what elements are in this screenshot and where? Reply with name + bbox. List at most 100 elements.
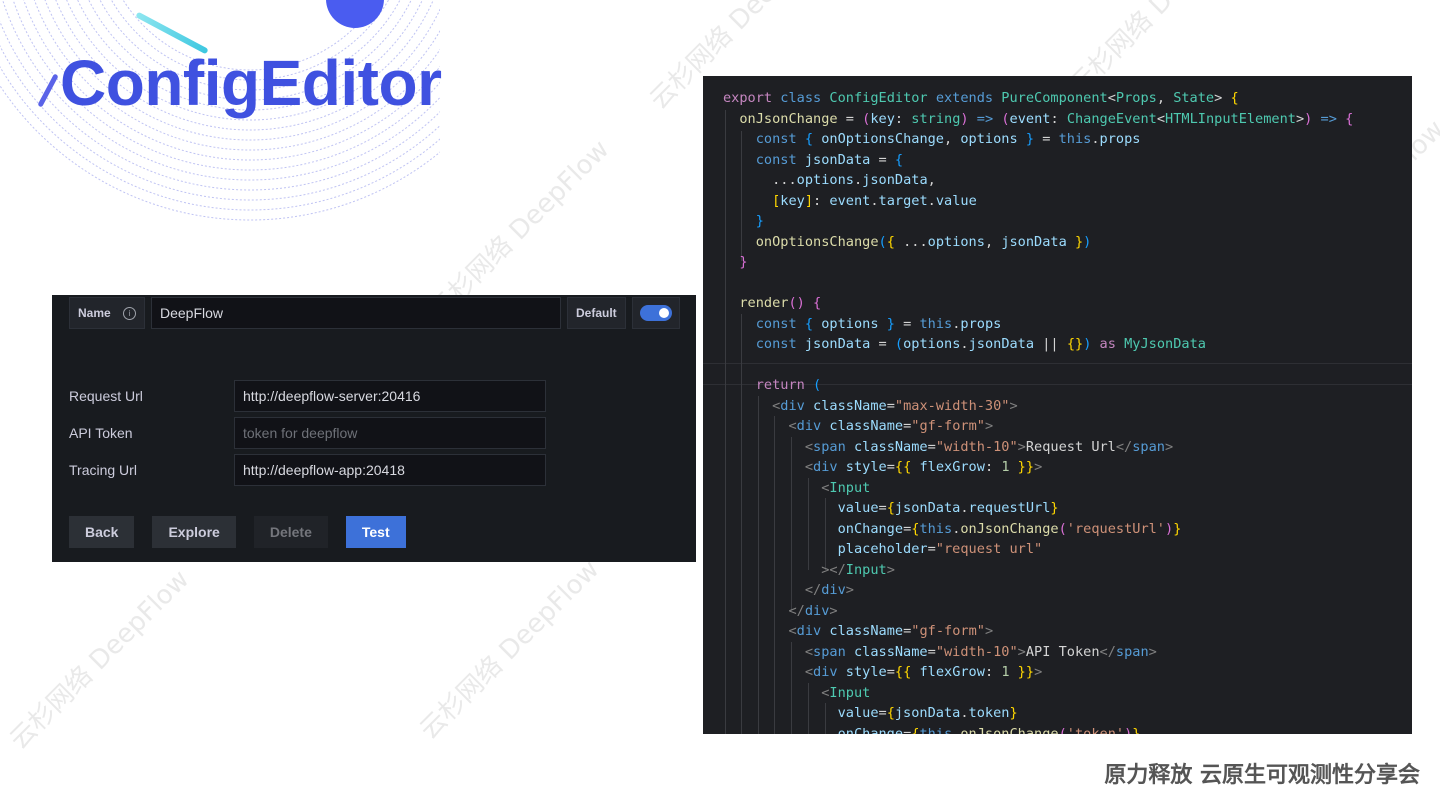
code-line: <span className="width-10">Request Url</… bbox=[723, 437, 1353, 458]
code-token: requestUrl bbox=[968, 500, 1051, 516]
code-token: > bbox=[1017, 643, 1026, 660]
code-token: const bbox=[755, 151, 805, 168]
tracing-url-row: Tracing Url http://deepflow-app:20418 bbox=[69, 453, 546, 487]
code-line: const jsonData = (options.jsonData || {}… bbox=[723, 334, 1353, 355]
code-token: jsonData bbox=[894, 705, 961, 721]
code-token: } bbox=[1173, 520, 1182, 537]
code-line: } bbox=[723, 211, 1353, 232]
code-token: div bbox=[804, 602, 830, 619]
code-token: HTMLInputElement bbox=[1165, 110, 1296, 127]
code-token: jsonData bbox=[804, 151, 871, 168]
slide-title: ConfigEditor bbox=[60, 47, 442, 119]
code-token: . bbox=[960, 336, 969, 352]
code-line: <Input bbox=[723, 683, 1353, 704]
code-token: ConfigEditor bbox=[829, 90, 936, 106]
code-token: { bbox=[886, 500, 895, 516]
delete-button[interactable]: Delete bbox=[253, 516, 328, 548]
test-button[interactable]: Test bbox=[345, 516, 406, 548]
code-line: export class ConfigEditor extends PureCo… bbox=[723, 88, 1353, 109]
code-line: <span className="width-10">API Token</sp… bbox=[723, 642, 1353, 663]
code-token: token bbox=[968, 705, 1010, 721]
code-token: : bbox=[1050, 110, 1067, 127]
code-line: </div> bbox=[723, 580, 1353, 601]
code-token: ] bbox=[804, 192, 814, 209]
api-token-input[interactable]: token for deepflow bbox=[234, 417, 546, 449]
code-token: = bbox=[1034, 131, 1059, 147]
code-token: () bbox=[788, 295, 805, 311]
code-token: ( bbox=[1058, 520, 1067, 537]
code-token: flexGrow bbox=[919, 664, 985, 680]
code-token: = bbox=[870, 336, 895, 352]
code-token: jsonData bbox=[862, 172, 928, 188]
code-token: = bbox=[878, 500, 887, 516]
request-url-input[interactable]: http://deepflow-server:20416 bbox=[234, 380, 546, 412]
name-input[interactable]: DeepFlow bbox=[151, 297, 561, 329]
code-token: Props bbox=[1115, 90, 1157, 106]
code-token: jsonData bbox=[804, 336, 871, 352]
code-line: const { onOptionsChange, options } = thi… bbox=[723, 129, 1353, 150]
code-token: ></ bbox=[821, 561, 846, 578]
code-token: options bbox=[927, 233, 985, 250]
code-token: class bbox=[780, 90, 830, 106]
code-line: <div className="max-width-30"> bbox=[723, 396, 1353, 417]
code-line: <div style={{ flexGrow: 1 }}> bbox=[723, 662, 1353, 683]
code-token: = bbox=[927, 541, 936, 557]
code-token: MyJsonData bbox=[1124, 336, 1206, 352]
code-token: } bbox=[755, 213, 764, 229]
code-token: "gf-form" bbox=[911, 418, 985, 434]
code-token: > bbox=[1034, 664, 1043, 680]
decorative-rings bbox=[0, 0, 440, 240]
code-token: {} bbox=[1066, 336, 1084, 352]
code-token: State bbox=[1173, 90, 1215, 106]
api-token-row: API Token token for deepflow bbox=[69, 416, 546, 450]
toggle-knob bbox=[658, 308, 669, 318]
code-token: className bbox=[829, 623, 904, 639]
code-token: > bbox=[886, 561, 895, 578]
code-line: <Input bbox=[723, 478, 1353, 499]
code-token: < bbox=[804, 643, 814, 660]
code-token: value bbox=[935, 192, 977, 209]
code-token: "request url" bbox=[935, 541, 1043, 557]
back-button[interactable]: Back bbox=[69, 516, 135, 548]
code-token: < bbox=[788, 418, 797, 434]
tracing-url-input[interactable]: http://deepflow-app:20418 bbox=[234, 454, 546, 486]
name-label: Name bbox=[78, 306, 111, 320]
code-token: ( bbox=[1058, 725, 1067, 735]
code-token: > bbox=[1214, 90, 1231, 106]
code-token: </ bbox=[788, 602, 805, 619]
code-token: || bbox=[1034, 336, 1067, 352]
code-line: </div> bbox=[723, 601, 1353, 622]
code-token: > bbox=[984, 623, 994, 639]
code-line: ></Input> bbox=[723, 560, 1353, 581]
code-token: onJsonChange bbox=[960, 520, 1059, 537]
code-token: { bbox=[1230, 90, 1239, 106]
code-token: ( bbox=[1001, 110, 1010, 127]
code-token: flexGrow bbox=[919, 459, 985, 475]
code-token: target bbox=[878, 192, 928, 209]
code-token: jsonData bbox=[894, 500, 961, 516]
code-token: ) bbox=[1083, 233, 1092, 250]
code-token: ) bbox=[960, 110, 969, 127]
code-token: event bbox=[829, 192, 871, 209]
default-toggle[interactable] bbox=[639, 305, 672, 321]
code-token: } bbox=[886, 315, 895, 332]
info-icon[interactable]: i bbox=[123, 306, 136, 320]
code-line: <div className="gf-form"> bbox=[723, 416, 1353, 437]
code-token: render bbox=[739, 295, 789, 311]
code-token: onOptionsChange bbox=[755, 233, 879, 250]
code-token: = bbox=[886, 459, 895, 475]
explore-button[interactable]: Explore bbox=[152, 516, 236, 548]
code-token: className bbox=[853, 438, 928, 455]
code-token: > bbox=[845, 582, 854, 598]
code-token: return bbox=[755, 377, 814, 393]
code-token: { bbox=[1345, 110, 1354, 127]
